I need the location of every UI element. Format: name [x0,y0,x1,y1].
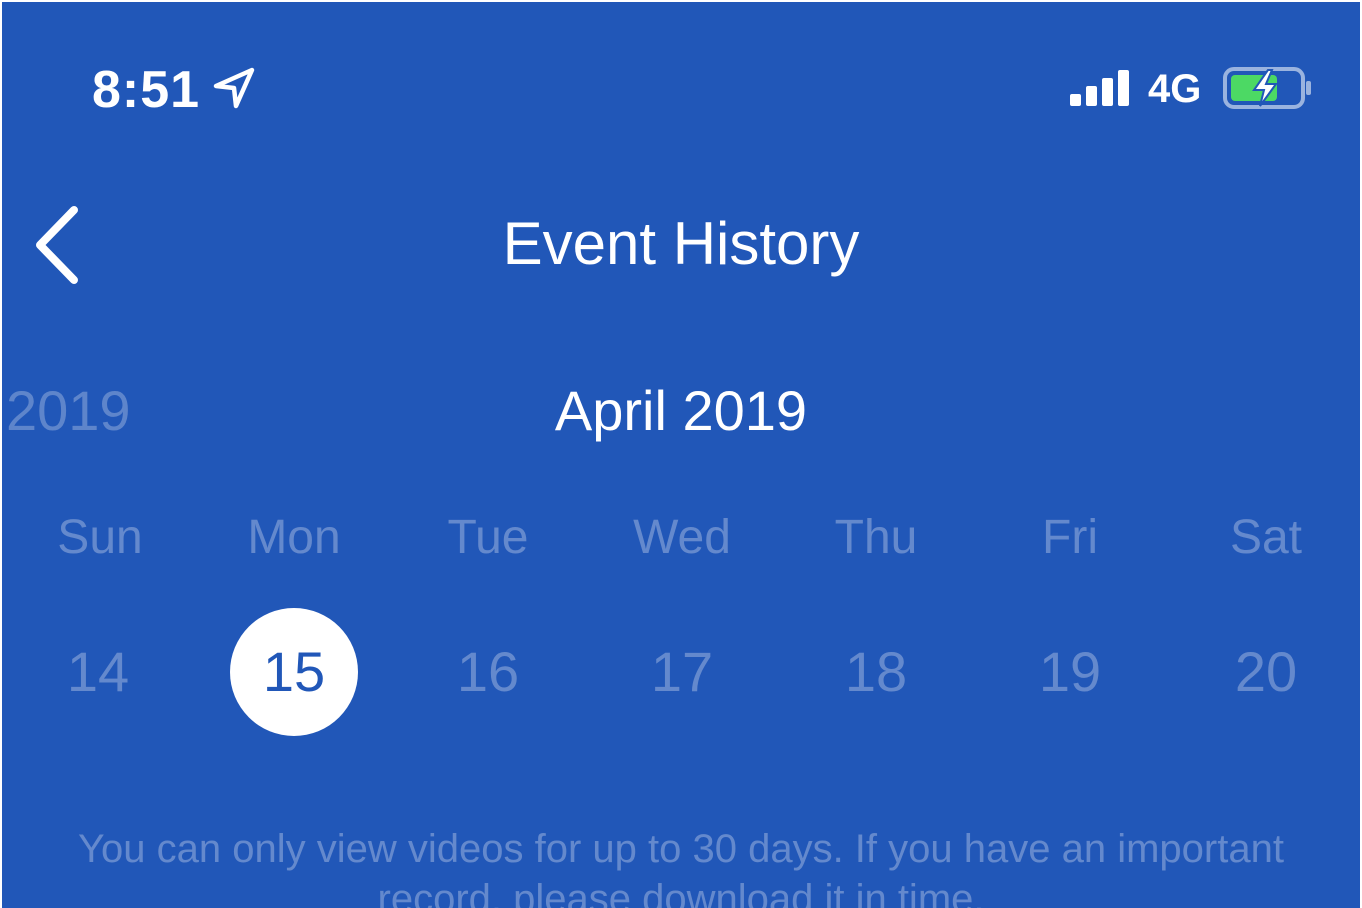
weekday-sun: Sun [57,511,143,564]
day-20[interactable]: 20 [1202,608,1330,736]
weekday-fri: Fri [1042,511,1098,564]
day-18[interactable]: 18 [812,608,940,736]
day-14[interactable]: 14 [34,608,162,736]
day-17[interactable]: 17 [618,608,746,736]
network-type-label: 4G [1148,67,1202,111]
weekday-sat: Sat [1229,511,1303,564]
status-time: 8:51 [92,61,201,119]
day-19[interactable]: 19 [1006,608,1134,736]
weekday-wed: Wed [633,511,731,564]
month-title: April 2019 [554,379,808,442]
weekday-mon: Mon [247,511,341,564]
event-history-screen: 8:51 4G Event History 20 19 April 2019 Su… [2,2,1360,908]
retention-notice: You can only view videos for up to 30 da… [78,827,1284,908]
day-16[interactable]: 16 [424,608,552,736]
weekday-thu: Thu [834,511,918,564]
location-arrow-icon [213,67,255,109]
signal-bars-icon [1070,70,1129,106]
weekday-tue: Tue [447,511,529,564]
battery-charging-icon [1223,67,1311,109]
day-15-selected[interactable]: 15 [230,608,358,736]
page-title: Event History [502,210,860,277]
